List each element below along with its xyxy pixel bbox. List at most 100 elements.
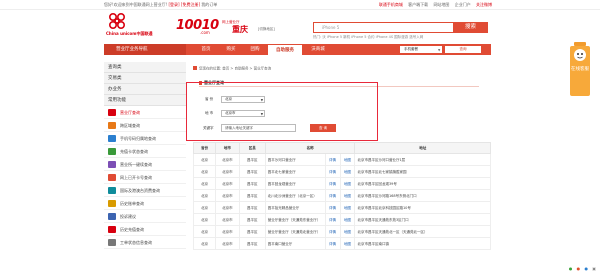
sidebar-item[interactable]: 历史账单查询	[104, 197, 186, 210]
cell-address: 北京市昌平区沙河口营业厅1层	[354, 153, 491, 166]
sidebar-head-common[interactable]: 常用功能	[104, 95, 186, 106]
cell-province: 北京	[193, 189, 216, 202]
sidebar-item[interactable]: 投诉建议	[104, 210, 186, 223]
sidebar-item-icon	[108, 213, 116, 220]
tab-wo-mall[interactable]: 沃商城	[304, 44, 332, 55]
header-city: 地市	[214, 142, 240, 154]
sidebar-head-business[interactable]: 办业务	[104, 84, 186, 95]
sidebar-item-icon	[108, 161, 116, 168]
sidebar-item[interactable]: 历史充值查询	[104, 223, 186, 236]
login-link[interactable]: [登录]	[169, 2, 180, 7]
sidebar: 查询类 交易类 办业务 常用功能 营业厅查询跨区域查询手机号码归属地查询充值卡状…	[104, 62, 186, 249]
top-link-app[interactable]: 客户端下载	[408, 2, 428, 7]
top-link-weibo[interactable]: 关注微博	[476, 2, 492, 7]
sidebar-item[interactable]: 国际及港澳台资费查询	[104, 184, 186, 197]
table-row: 北京 北京市 昌平区 昌平拾光精品营业厅 详情 地图 北京市昌平区北京科技园区路10号	[193, 201, 491, 214]
cell-city: 北京市	[214, 237, 240, 250]
register-link[interactable]: [免费注册]	[181, 2, 200, 7]
wechat-icon[interactable]: ●	[569, 266, 573, 271]
qq-icon[interactable]: ●	[584, 266, 588, 271]
search-input[interactable]: iPhone 5	[313, 22, 454, 33]
cell-name: 北川北沙洲营业厅（北京一区）	[264, 189, 326, 202]
sidebar-head-query[interactable]: 查询类	[104, 62, 186, 73]
city-switch-link[interactable]: [切换地区]	[258, 27, 275, 32]
sidebar-item[interactable]: 网上已开卡号查询	[104, 171, 186, 184]
top-link-mall[interactable]: 联通手机商城	[379, 2, 403, 7]
nav-query-button[interactable]: 查询	[445, 46, 481, 53]
print-icon[interactable]: ▣	[592, 266, 596, 271]
top-utility-bar: 您好!欢迎来到中国联通网上营业厅! [登录] [免费注册] 我的订单 联通手机商…	[0, 0, 600, 10]
sidebar-item-label: 手机号码归属地查询	[120, 136, 156, 141]
detail-link[interactable]: 详情	[324, 189, 341, 202]
top-link-enterprise[interactable]: 企业门户	[455, 2, 471, 7]
sidebar-item[interactable]: 跨区域查询	[104, 119, 186, 132]
cell-city: 北京市	[214, 177, 240, 190]
map-link[interactable]: 地图	[339, 153, 356, 166]
sidebar-item-label: 营业所一键续查询	[120, 162, 152, 167]
cell-city: 北京市	[214, 189, 240, 202]
cell-address: 北京市昌平区天通苑北一区（天通苑北一区）	[354, 225, 491, 238]
sidebar-item-label: 跨区域查询	[120, 123, 140, 128]
cell-district: 昌平区	[238, 189, 266, 202]
map-link[interactable]: 地图	[339, 237, 356, 250]
search-button[interactable]: 搜索	[453, 22, 488, 33]
float-label-1: 在线客服	[571, 65, 589, 72]
top-links: 联通手机商城 客户端下载 网站地图 企业门户 关注微博	[375, 2, 492, 8]
sidebar-head-trade[interactable]: 交易类	[104, 73, 186, 84]
detail-link[interactable]: 详情	[324, 225, 341, 238]
detail-link[interactable]: 详情	[324, 165, 341, 178]
detail-link[interactable]: 详情	[324, 177, 341, 190]
sidebar-item-icon	[108, 109, 116, 116]
sidebar-item-label: 国际及港澳台资费查询	[120, 188, 160, 193]
sidebar-item[interactable]: 充值卡状态查询	[104, 145, 186, 158]
sidebar-item-label: 历史充值查询	[120, 227, 144, 232]
cell-city: 北京市	[214, 201, 240, 214]
nav-category-select[interactable]: 手机套餐	[400, 46, 442, 53]
top-link-sitemap[interactable]: 网站地图	[433, 2, 449, 7]
sidebar-item[interactable]: 工单状态信息查询	[104, 236, 186, 249]
tab-self-service[interactable]: 自助服务	[268, 44, 302, 55]
sidebar-item[interactable]: 营业厅查询	[104, 106, 186, 119]
detail-link[interactable]: 详情	[324, 213, 341, 226]
tab-home[interactable]: 首页	[194, 44, 218, 55]
cell-name: 昌平拾光精品营业厅	[264, 201, 326, 214]
brand-domain: .com	[200, 30, 210, 35]
table-row: 北京 北京市 昌平区 营业厅营业厅（天通苑东营业厅） 详情 地图 北京市昌平区天通苑东苑3区…	[193, 213, 491, 226]
map-link[interactable]: 地图	[339, 213, 356, 226]
hot-search-words[interactable]: 热门: 沃 iPhone 5 新机 iPhone 5 合约 iPhone 4S …	[313, 35, 423, 40]
current-city: 重庆	[232, 25, 248, 34]
header-district: 区县	[238, 142, 266, 154]
table-row: 北京 北京市 昌平区 昌平北七家营业厅 详情 地图 北京市昌平区北七家镇旗胜家园	[193, 165, 491, 178]
main-nav: 营业厅业务导航 首页 购买 团购 自助服务 沃商城 手机套餐 ▼ 查询	[104, 44, 491, 55]
table-row: 北京 北京市 昌平区 营业厅营业厅（天通苑北营业厅） 详情 地图 北京市昌平区天通苑北一区（…	[193, 225, 491, 238]
my-orders-link[interactable]: 我的订单	[201, 2, 217, 7]
biz-nav-title[interactable]: 营业厅业务导航	[104, 44, 186, 55]
online-service-float[interactable]: 在线客服	[568, 42, 590, 96]
sidebar-item-icon	[108, 122, 116, 129]
cell-province: 北京	[193, 165, 216, 178]
map-link[interactable]: 地图	[339, 201, 356, 214]
sidebar-item-icon	[108, 226, 116, 233]
sidebar-item[interactable]: 手机号码归属地查询	[104, 132, 186, 145]
sidebar-item-icon	[108, 239, 116, 246]
weibo-icon[interactable]: ●	[577, 266, 581, 271]
cell-city: 北京市	[214, 153, 240, 166]
cell-name: 营业厅营业厅（天通苑北营业厅）	[264, 225, 326, 238]
map-link[interactable]: 地图	[339, 189, 356, 202]
cell-district: 昌平区	[238, 225, 266, 238]
sidebar-item[interactable]: 营业所一键续查询	[104, 158, 186, 171]
detail-link[interactable]: 详情	[324, 201, 341, 214]
search-placeholder: iPhone 5	[322, 25, 340, 30]
cell-name: 昌平回龙观营业厅	[264, 177, 326, 190]
map-link[interactable]: 地图	[339, 165, 356, 178]
tab-groupbuy[interactable]: 团购	[244, 44, 266, 55]
breadcrumb: 您现在的位置: 首页 > 自助服务 > 营业厅查询	[193, 66, 271, 72]
detail-link[interactable]: 详情	[324, 237, 341, 250]
detail-link[interactable]: 详情	[324, 153, 341, 166]
map-link[interactable]: 地图	[339, 225, 356, 238]
map-link[interactable]: 地图	[339, 177, 356, 190]
cell-address: 北京市昌平区回龙观39号	[354, 177, 491, 190]
cell-province: 北京	[193, 201, 216, 214]
unicom-logo-icon[interactable]	[106, 10, 128, 32]
tab-buy[interactable]: 购买	[220, 44, 242, 55]
